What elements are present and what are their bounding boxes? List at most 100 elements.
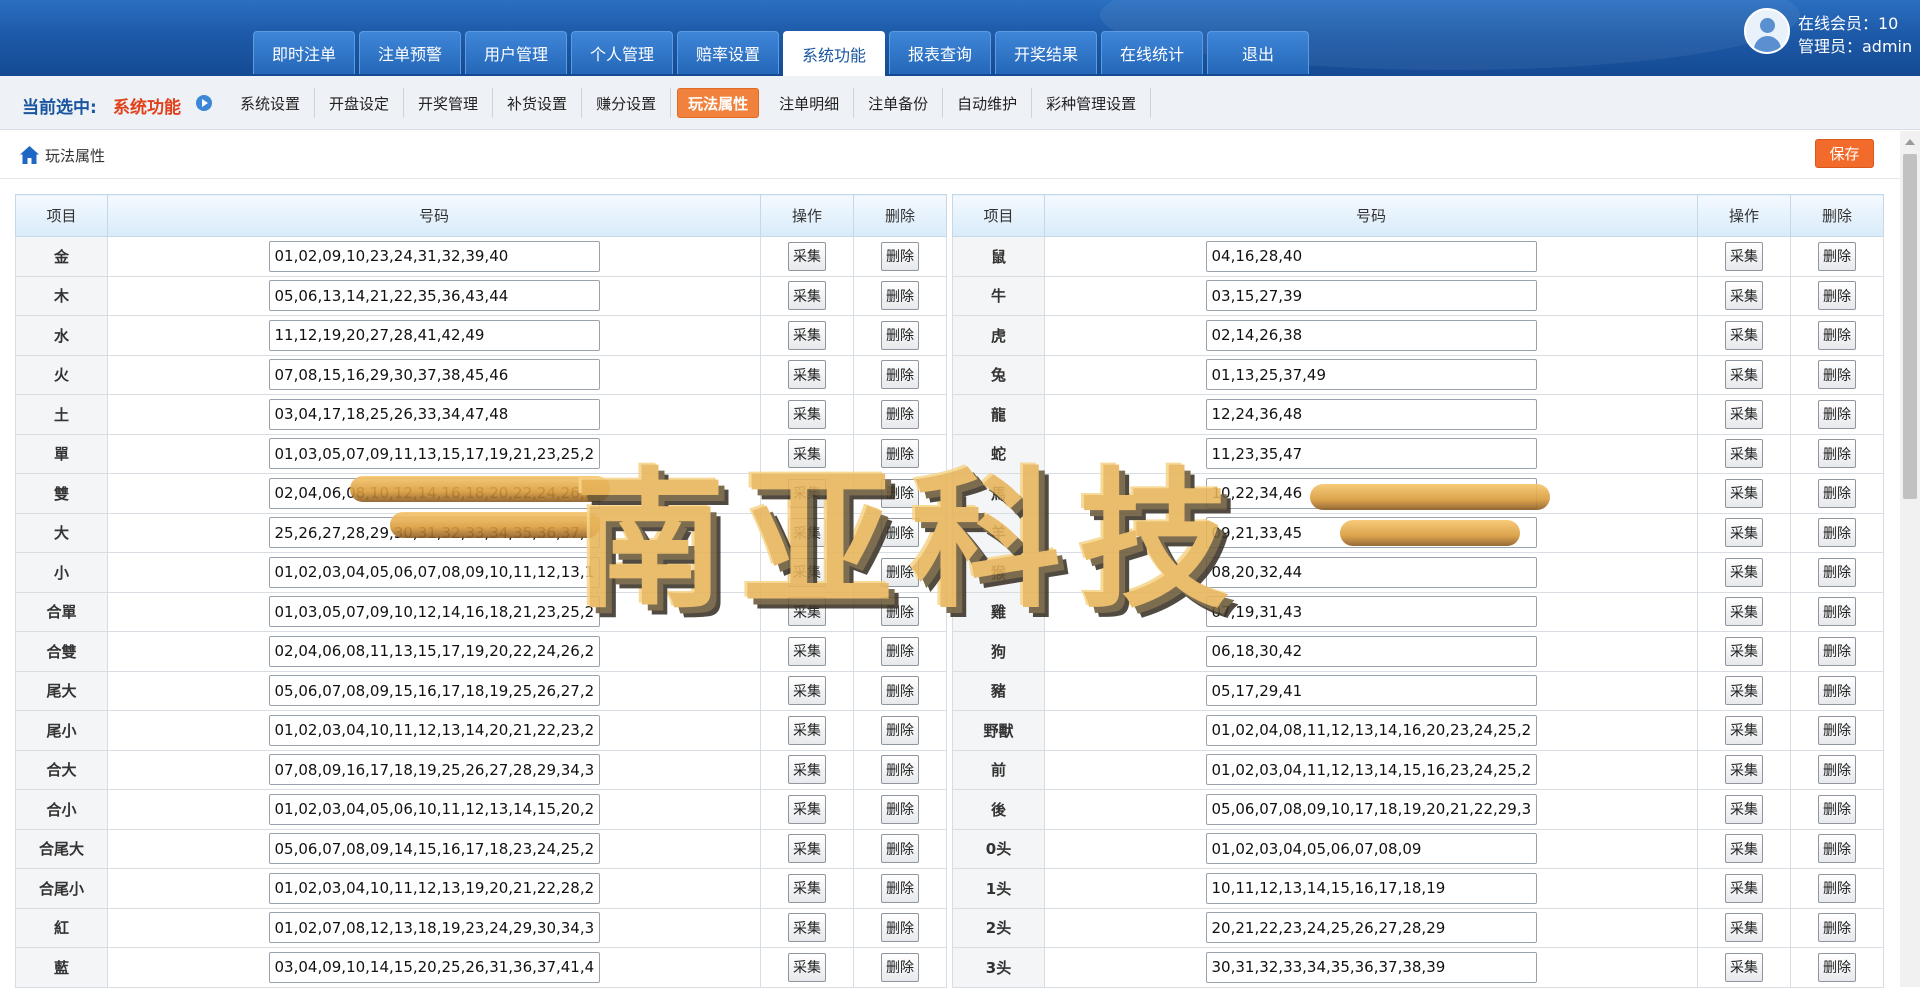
collect-button[interactable]: 采集 <box>788 952 826 982</box>
delete-button[interactable]: 删除 <box>881 834 919 864</box>
save-button[interactable]: 保存 <box>1815 139 1874 168</box>
delete-button[interactable]: 删除 <box>1818 478 1856 508</box>
collect-button[interactable]: 采集 <box>788 360 826 390</box>
code-input[interactable] <box>268 517 600 549</box>
collect-button[interactable]: 采集 <box>1725 597 1763 627</box>
code-input[interactable] <box>268 714 600 746</box>
code-input[interactable] <box>1205 438 1537 470</box>
delete-button[interactable]: 删除 <box>1818 281 1856 311</box>
code-input[interactable] <box>268 754 600 786</box>
nav-tab-1[interactable]: 注单预警 <box>359 31 461 74</box>
code-input[interactable] <box>1205 319 1537 351</box>
collect-button[interactable]: 采集 <box>1725 794 1763 824</box>
delete-button[interactable]: 删除 <box>881 320 919 350</box>
code-input[interactable] <box>1205 833 1537 865</box>
collect-button[interactable]: 采集 <box>788 913 826 943</box>
code-input[interactable] <box>268 398 600 430</box>
collect-button[interactable]: 采集 <box>1725 518 1763 548</box>
collect-button[interactable]: 采集 <box>788 636 826 666</box>
nav-tab-3[interactable]: 个人管理 <box>571 31 673 74</box>
delete-button[interactable]: 删除 <box>881 518 919 548</box>
delete-button[interactable]: 删除 <box>1818 518 1856 548</box>
code-input[interactable] <box>1205 793 1537 825</box>
code-input[interactable] <box>1205 398 1537 430</box>
collect-button[interactable]: 采集 <box>1725 676 1763 706</box>
code-input[interactable] <box>1205 912 1537 944</box>
subnav-item-6[interactable]: 注单明细 <box>765 88 855 118</box>
subnav-item-3[interactable]: 补货设置 <box>493 88 583 118</box>
collect-button[interactable]: 采集 <box>788 873 826 903</box>
delete-button[interactable]: 删除 <box>881 557 919 587</box>
collect-button[interactable]: 采集 <box>1725 636 1763 666</box>
delete-button[interactable]: 删除 <box>881 755 919 785</box>
nav-tab-2[interactable]: 用户管理 <box>465 31 567 74</box>
delete-button[interactable]: 删除 <box>881 676 919 706</box>
code-input[interactable] <box>268 319 600 351</box>
nav-tab-8[interactable]: 在线统计 <box>1101 31 1203 74</box>
code-input[interactable] <box>268 793 600 825</box>
code-input[interactable] <box>268 675 600 707</box>
collect-button[interactable]: 采集 <box>1725 478 1763 508</box>
nav-tab-7[interactable]: 开奖结果 <box>995 31 1097 74</box>
code-input[interactable] <box>268 872 600 904</box>
code-input[interactable] <box>1205 280 1537 312</box>
code-input[interactable] <box>268 596 600 628</box>
code-input[interactable] <box>1205 240 1537 272</box>
delete-button[interactable]: 删除 <box>881 952 919 982</box>
collect-button[interactable]: 采集 <box>1725 952 1763 982</box>
code-input[interactable] <box>268 912 600 944</box>
subnav-item-5[interactable]: 玩法属性 <box>677 88 760 118</box>
code-input[interactable] <box>1205 675 1537 707</box>
delete-button[interactable]: 删除 <box>1818 439 1856 469</box>
collect-button[interactable]: 采集 <box>788 755 826 785</box>
code-input[interactable] <box>268 833 600 865</box>
delete-button[interactable]: 删除 <box>881 597 919 627</box>
code-input[interactable] <box>268 280 600 312</box>
delete-button[interactable]: 删除 <box>1818 636 1856 666</box>
code-input[interactable] <box>1205 635 1537 667</box>
delete-button[interactable]: 删除 <box>1818 676 1856 706</box>
subnav-item-1[interactable]: 开盘设定 <box>315 88 405 118</box>
code-input[interactable] <box>1205 714 1537 746</box>
nav-tab-4[interactable]: 赔率设置 <box>677 31 779 74</box>
collect-button[interactable]: 采集 <box>1725 913 1763 943</box>
delete-button[interactable]: 删除 <box>881 439 919 469</box>
nav-tab-0[interactable]: 即时注单 <box>253 31 355 74</box>
delete-button[interactable]: 删除 <box>1818 952 1856 982</box>
nav-tab-6[interactable]: 报表查询 <box>889 31 991 74</box>
collect-button[interactable]: 采集 <box>788 320 826 350</box>
collect-button[interactable]: 采集 <box>1725 399 1763 429</box>
delete-button[interactable]: 删除 <box>881 873 919 903</box>
nav-tab-9[interactable]: 退出 <box>1207 31 1309 74</box>
subnav-item-4[interactable]: 赚分设置 <box>582 88 672 118</box>
delete-button[interactable]: 删除 <box>1818 873 1856 903</box>
code-input[interactable] <box>1205 951 1537 983</box>
delete-button[interactable]: 删除 <box>881 241 919 271</box>
subnav-item-7[interactable]: 注单备份 <box>854 88 944 118</box>
collect-button[interactable]: 采集 <box>1725 873 1763 903</box>
scroll-thumb[interactable] <box>1903 154 1917 499</box>
collect-button[interactable]: 采集 <box>1725 241 1763 271</box>
vertical-scrollbar[interactable] <box>1900 131 1920 987</box>
subnav-item-0[interactable]: 系统设置 <box>226 88 316 118</box>
collect-button[interactable]: 采集 <box>788 241 826 271</box>
delete-button[interactable]: 删除 <box>1818 794 1856 824</box>
delete-button[interactable]: 删除 <box>881 715 919 745</box>
collect-button[interactable]: 采集 <box>788 794 826 824</box>
collect-button[interactable]: 采集 <box>1725 755 1763 785</box>
delete-button[interactable]: 删除 <box>1818 241 1856 271</box>
collect-button[interactable]: 采集 <box>788 715 826 745</box>
scroll-up-arrow-icon[interactable] <box>1905 139 1915 145</box>
collect-button[interactable]: 采集 <box>1725 281 1763 311</box>
delete-button[interactable]: 删除 <box>1818 597 1856 627</box>
code-input[interactable] <box>1205 754 1537 786</box>
code-input[interactable] <box>268 359 600 391</box>
subnav-item-9[interactable]: 彩种管理设置 <box>1032 88 1152 118</box>
code-input[interactable] <box>1205 517 1537 549</box>
delete-button[interactable]: 删除 <box>1818 913 1856 943</box>
delete-button[interactable]: 删除 <box>881 913 919 943</box>
code-input[interactable] <box>268 951 600 983</box>
collect-button[interactable]: 采集 <box>788 399 826 429</box>
delete-button[interactable]: 删除 <box>1818 399 1856 429</box>
nav-tab-5[interactable]: 系统功能 <box>783 31 885 76</box>
